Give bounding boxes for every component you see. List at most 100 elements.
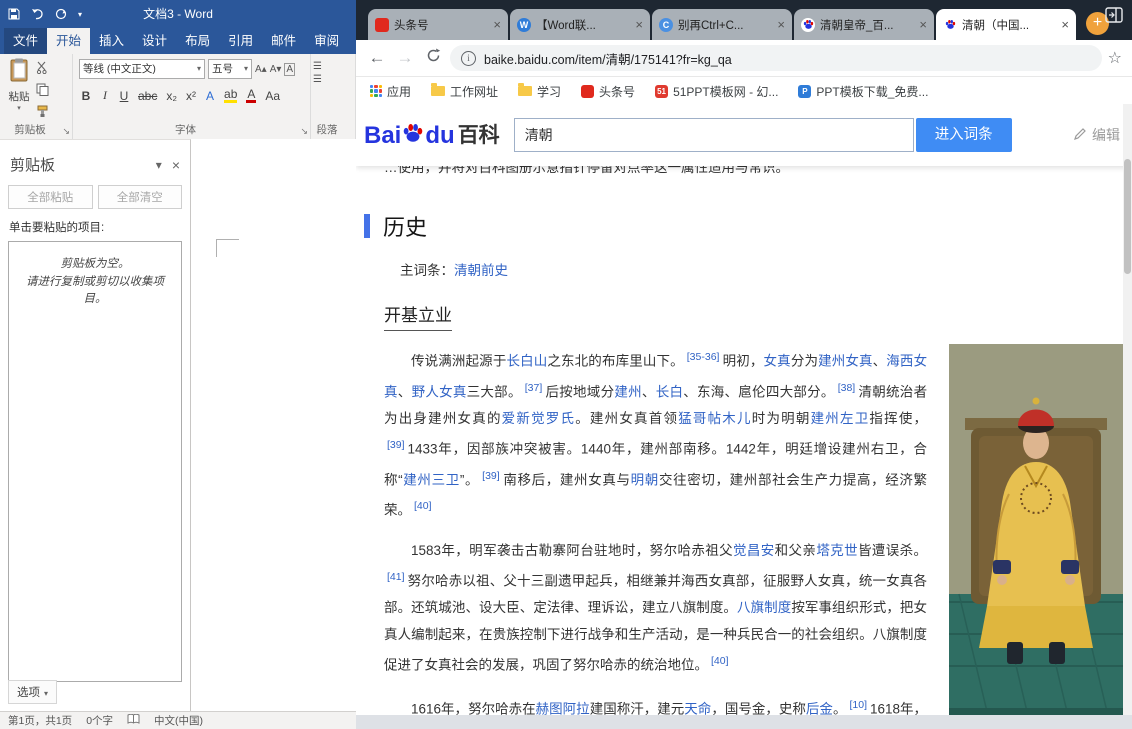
bold-button[interactable]: B <box>81 89 91 103</box>
back-button[interactable]: ← <box>366 48 388 68</box>
enter-entry-button[interactable]: 进入词条 <box>916 118 1012 152</box>
entry-link[interactable]: 后金 <box>806 701 833 715</box>
text-effects-button[interactable]: A <box>205 89 215 103</box>
font-name-combo[interactable]: 等线 (中文正文)▾ <box>79 59 205 79</box>
entry-link[interactable]: 建州三卫 <box>403 472 460 487</box>
tab-close-icon[interactable]: × <box>1061 18 1069 31</box>
highlight-color-button[interactable]: ab <box>224 89 237 103</box>
page-scrollbar[interactable] <box>1123 104 1132 715</box>
grow-font-icon[interactable]: A▴ <box>255 64 267 75</box>
tab-close-icon[interactable]: × <box>493 18 501 31</box>
tab-mailings[interactable]: 邮件 <box>262 25 305 54</box>
entry-link[interactable]: 女真 <box>764 354 791 369</box>
forward-button[interactable]: → <box>394 48 416 68</box>
entry-link[interactable]: 建州 <box>614 384 642 399</box>
clear-all-button[interactable]: 全部清空 <box>98 185 183 209</box>
baike-search-input[interactable] <box>515 127 913 143</box>
paste-button[interactable]: 粘贴 ▾ <box>2 58 36 123</box>
tab-design[interactable]: 设计 <box>133 25 176 54</box>
entry-link[interactable]: 赫图阿拉 <box>536 701 590 715</box>
tab-insert[interactable]: 插入 <box>90 25 133 54</box>
entry-link[interactable]: 爱新觉罗氏 <box>502 411 576 426</box>
copy-icon[interactable] <box>36 83 49 101</box>
font-dialog-launcher[interactable]: ↘ <box>300 126 308 137</box>
status-page-count[interactable]: 第1页，共1页 <box>8 713 72 728</box>
tab-layout[interactable]: 布局 <box>176 25 219 54</box>
tab-file[interactable]: 文件 <box>4 25 47 54</box>
underline-button[interactable]: U <box>119 89 129 103</box>
toutiao-favicon <box>375 18 389 32</box>
reference-link[interactable]: [35-36] <box>687 351 720 363</box>
entry-link[interactable]: 明朝 <box>631 472 659 487</box>
entry-link[interactable]: 觉昌安 <box>733 543 775 558</box>
reference-link[interactable]: [40] <box>711 655 729 667</box>
entry-link[interactable]: 长白山 <box>506 354 547 369</box>
tab-close-icon[interactable]: × <box>919 18 927 31</box>
reference-link[interactable]: [40] <box>414 500 432 512</box>
entry-link[interactable]: 建州女真 <box>818 354 873 369</box>
browser-tab-2[interactable]: W 【Word联... × <box>510 9 650 40</box>
site-info-icon[interactable]: i <box>461 51 476 66</box>
tab-home[interactable]: 开始 <box>47 25 90 54</box>
reference-link[interactable]: [10] <box>849 699 867 711</box>
bookmark-ppt-download[interactable]: PPPT模板下载_免费... <box>798 83 928 100</box>
reference-link[interactable]: [37] <box>525 382 543 394</box>
bookmark-apps[interactable]: 应用 <box>370 83 411 100</box>
format-painter-icon[interactable] <box>36 105 49 123</box>
change-case-button[interactable]: Aa <box>265 89 280 103</box>
pane-close-icon[interactable]: × <box>172 157 180 173</box>
proofing-icon[interactable] <box>127 714 140 728</box>
document-canvas[interactable] <box>191 139 356 712</box>
baike-logo[interactable]: Bai du 百科 <box>364 122 500 149</box>
bookmark-folder-study[interactable]: 学习 <box>518 83 561 100</box>
entry-link[interactable]: 猛哥帖木儿 <box>678 411 752 426</box>
tab-review[interactable]: 审阅 <box>305 25 348 54</box>
clipboard-dialog-launcher[interactable]: ↘ <box>62 126 70 137</box>
entry-link[interactable]: 长白 <box>656 384 684 399</box>
entry-link[interactable]: 塔克世 <box>816 543 858 558</box>
tab-close-icon[interactable]: × <box>777 18 785 31</box>
tab-references[interactable]: 引用 <box>219 25 262 54</box>
bookmark-folder-work[interactable]: 工作网址 <box>431 83 498 100</box>
entry-link[interactable]: 建州左卫 <box>811 411 870 426</box>
reload-button[interactable] <box>422 48 444 68</box>
page-corner-mark <box>216 239 239 257</box>
browser-tab-5-active[interactable]: 清朝（中国... × <box>936 9 1076 40</box>
bookmark-star-icon[interactable]: ☆ <box>1108 48 1122 68</box>
tab-close-icon[interactable]: × <box>635 18 643 31</box>
font-color-button[interactable]: A <box>246 89 256 103</box>
entry-link[interactable]: 野人女真 <box>412 384 467 399</box>
strikethrough-button[interactable]: abc <box>138 89 157 103</box>
status-language[interactable]: 中文(中国) <box>154 713 203 728</box>
superscript-button[interactable]: x² <box>186 89 196 103</box>
reference-link[interactable]: [38] <box>838 382 856 394</box>
entry-link[interactable]: 八旗制度 <box>737 600 791 615</box>
paste-all-button[interactable]: 全部粘贴 <box>8 185 93 209</box>
paste-dropdown-caret[interactable]: ▾ <box>2 104 36 112</box>
browser-tab-4[interactable]: 清朝皇帝_百... × <box>794 9 934 40</box>
status-word-count[interactable]: 0个字 <box>86 713 113 728</box>
cut-icon[interactable] <box>36 61 49 79</box>
reference-link[interactable]: [41] <box>387 571 405 583</box>
italic-button[interactable]: I <box>100 88 110 103</box>
subscript-button[interactable]: x₂ <box>166 89 177 103</box>
bullets-icon[interactable]: ☰☰ <box>313 60 353 86</box>
browser-panel-icon[interactable] <box>1105 7 1123 28</box>
emperor-portrait-image[interactable] <box>949 344 1123 715</box>
font-size-combo[interactable]: 五号▾ <box>208 59 252 79</box>
phonetic-guide-icon[interactable]: A <box>284 63 295 76</box>
scrollbar-thumb[interactable] <box>1124 159 1131 274</box>
shrink-font-icon[interactable]: A▾ <box>270 64 282 75</box>
entry-link[interactable]: 天命 <box>684 701 711 715</box>
edit-link[interactable]: 编辑 <box>1073 125 1120 145</box>
reference-link[interactable]: [39] <box>387 439 405 451</box>
pane-dropdown-icon[interactable]: ▾ <box>156 158 162 172</box>
address-bar[interactable]: i baike.baidu.com/item/清朝/175141?fr=kg_q… <box>450 45 1102 71</box>
browser-tab-3[interactable]: C 别再Ctrl+C... × <box>652 9 792 40</box>
pane-options-button[interactable]: 选项▾ <box>8 680 57 704</box>
browser-tab-1[interactable]: 头条号 × <box>368 9 508 40</box>
reference-link[interactable]: [39] <box>482 470 500 482</box>
main-entry-link[interactable]: 清朝前史 <box>454 263 508 278</box>
bookmark-51ppt[interactable]: 5151PPT模板网 - 幻... <box>655 83 778 100</box>
bookmark-toutiao[interactable]: 头条号 <box>581 83 635 100</box>
